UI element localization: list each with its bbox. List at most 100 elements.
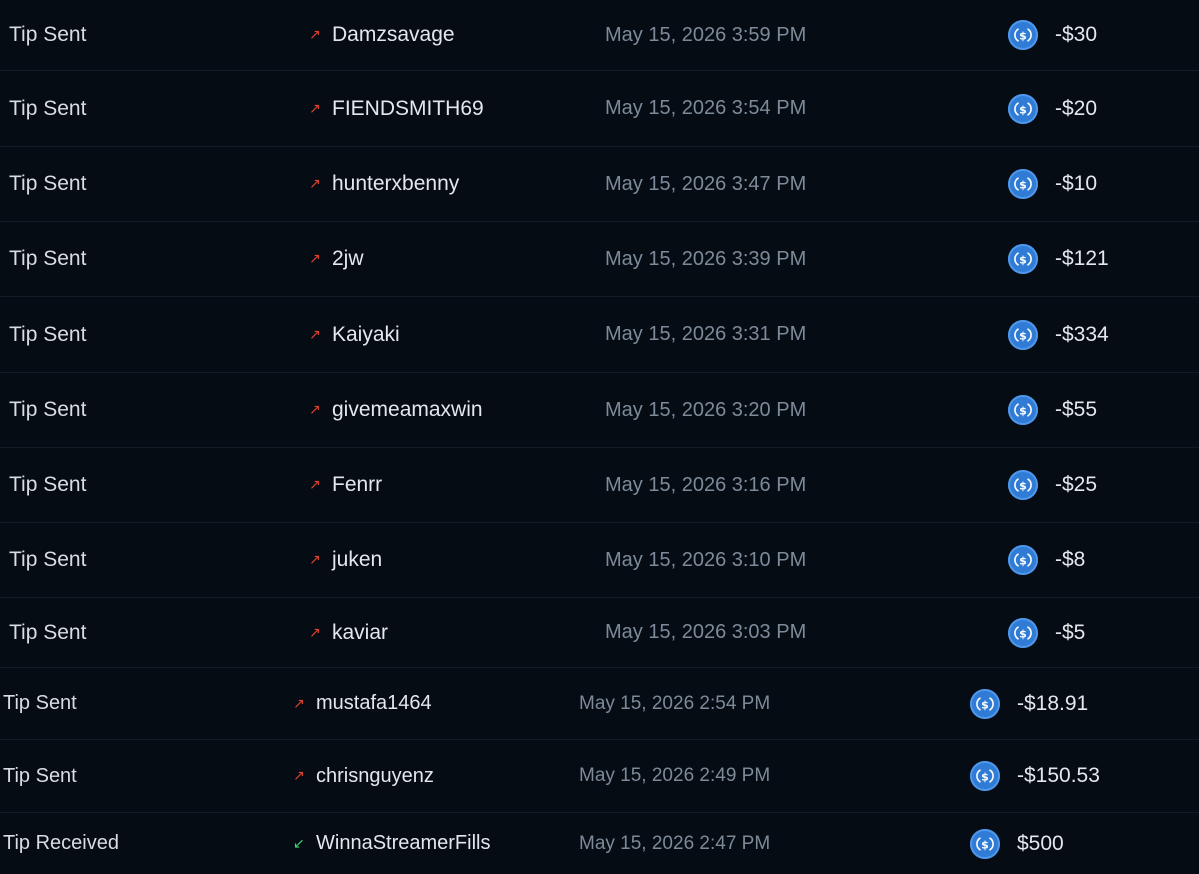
transaction-list: Tip Sent ↗ Damzsavage May 15, 2026 3:59 PM $… — [0, 0, 1199, 874]
transaction-user[interactable]: ↗ mustafa1464 — [293, 668, 432, 739]
transaction-user[interactable]: ↗ givemeamaxwin — [309, 373, 483, 447]
transaction-amount: -$18.91 — [1017, 691, 1089, 715]
transaction-amount: -$30 — [1055, 23, 1098, 46]
transaction-type: Tip Sent — [3, 692, 77, 714]
transaction-user[interactable]: ↗ Kaiyaki — [309, 297, 400, 372]
transaction-type: Tip Sent — [9, 172, 87, 195]
username[interactable]: givemeamaxwin — [332, 398, 483, 422]
username[interactable]: FIENDSMITH69 — [332, 97, 484, 121]
svg-text:$: $ — [1019, 554, 1027, 567]
username[interactable]: Damzsavage — [332, 23, 455, 47]
usdc-coin-icon: $ — [1008, 470, 1038, 500]
arrow-up-right-icon: ↗ — [309, 477, 321, 493]
transaction-amount: -$55 — [1055, 398, 1098, 421]
transaction-user[interactable]: ↗ Damzsavage — [309, 0, 455, 70]
username[interactable]: kaviar — [332, 621, 388, 645]
transaction-row[interactable]: Tip Sent ↗ mustafa1464 May 15, 2026 2:54 PM… — [0, 668, 1199, 740]
transaction-date: May 15, 2026 3:16 PM — [605, 473, 807, 496]
transaction-row[interactable]: Tip Sent ↗ hunterxbenny May 15, 2026 3:47 P… — [0, 147, 1199, 222]
arrow-up-right-icon: ↗ — [309, 552, 321, 568]
transaction-amount-cell: $ -$30 — [1008, 0, 1097, 70]
transaction-amount-cell: $ -$5 — [1008, 598, 1085, 667]
usdc-coin-icon: $ — [1008, 20, 1038, 50]
arrow-up-right-icon: ↗ — [309, 624, 321, 641]
transaction-user[interactable]: ↗ FIENDSMITH69 — [309, 71, 484, 146]
svg-text:$: $ — [981, 770, 989, 783]
transaction-amount-cell: $ -$25 — [1008, 448, 1097, 522]
transaction-user[interactable]: ↗ chrisnguyenz — [293, 740, 434, 812]
transaction-user[interactable]: ↗ 2jw — [309, 222, 364, 296]
svg-text:$: $ — [1019, 29, 1027, 42]
arrow-up-right-icon: ↗ — [309, 27, 321, 43]
transaction-row[interactable]: Tip Sent ↗ 2jw May 15, 2026 3:39 PM $ -$121 — [0, 222, 1199, 297]
transaction-row[interactable]: Tip Sent ↗ kaviar May 15, 2026 3:03 PM $ -$5 — [0, 598, 1199, 668]
arrow-up-right-icon: ↗ — [293, 695, 305, 712]
transaction-amount-cell: $ -$18.91 — [970, 668, 1088, 739]
transaction-type: Tip Sent — [9, 322, 87, 346]
transaction-amount: -$121 — [1055, 247, 1109, 270]
transaction-amount-cell: $ -$150.53 — [970, 740, 1100, 812]
transaction-date: May 15, 2026 3:31 PM — [605, 323, 807, 345]
transaction-user[interactable]: ↙ WinnaStreamerFills — [293, 813, 490, 874]
transaction-amount: -$25 — [1055, 473, 1098, 496]
svg-text:$: $ — [1019, 404, 1027, 417]
username[interactable]: 2jw — [332, 247, 364, 271]
svg-text:$: $ — [1019, 627, 1027, 640]
transaction-row[interactable]: Tip Sent ↗ juken May 15, 2026 3:10 PM $ -$8 — [0, 523, 1199, 598]
transaction-row[interactable]: Tip Sent ↗ Damzsavage May 15, 2026 3:59 PM $… — [0, 0, 1199, 71]
transaction-amount: -$20 — [1055, 96, 1098, 120]
arrow-up-right-icon: ↗ — [309, 326, 321, 343]
usdc-coin-icon: $ — [1008, 319, 1038, 350]
transaction-date: May 15, 2026 3:47 PM — [605, 172, 807, 195]
transaction-row[interactable]: Tip Sent ↗ Fenrr May 15, 2026 3:16 PM $ -$25 — [0, 448, 1199, 523]
transaction-date: May 15, 2026 2:54 PM — [579, 692, 771, 714]
usdc-coin-icon: $ — [970, 688, 1000, 719]
transaction-date: May 15, 2026 3:39 PM — [605, 247, 807, 270]
transaction-user[interactable]: ↗ Fenrr — [309, 448, 382, 522]
usdc-coin-icon: $ — [970, 828, 1000, 859]
transaction-row[interactable]: Tip Sent ↗ FIENDSMITH69 May 15, 2026 3:54 P… — [0, 71, 1199, 147]
usdc-coin-icon: $ — [1008, 244, 1038, 274]
transaction-user[interactable]: ↗ hunterxbenny — [309, 147, 459, 221]
usdc-coin-icon: $ — [970, 761, 1000, 791]
transaction-amount-cell: $ -$10 — [1008, 147, 1097, 221]
transaction-row[interactable]: Tip Sent ↗ givemeamaxwin May 15, 2026 3:20 … — [0, 373, 1199, 448]
transaction-type: Tip Sent — [9, 96, 87, 120]
transaction-amount-cell: $ -$334 — [1008, 297, 1109, 372]
username[interactable]: Fenrr — [332, 473, 382, 497]
transaction-type: Tip Sent — [9, 548, 87, 571]
transaction-amount-cell: $ $500 — [970, 813, 1064, 874]
transaction-date: May 15, 2026 3:59 PM — [605, 23, 807, 46]
svg-text:$: $ — [1019, 253, 1027, 266]
transaction-amount: -$150.53 — [1017, 764, 1100, 787]
usdc-coin-icon: $ — [1008, 617, 1038, 648]
username[interactable]: Kaiyaki — [332, 323, 400, 347]
username[interactable]: WinnaStreamerFills — [316, 832, 490, 855]
transaction-amount: $500 — [1017, 831, 1064, 855]
transaction-date: May 15, 2026 2:49 PM — [579, 765, 771, 786]
transaction-row[interactable]: Tip Sent ↗ chrisnguyenz May 15, 2026 2:49 P… — [0, 740, 1199, 813]
username[interactable]: juken — [332, 548, 382, 572]
arrow-up-right-icon: ↗ — [293, 768, 305, 784]
transaction-user[interactable]: ↗ juken — [309, 523, 382, 597]
username[interactable]: hunterxbenny — [332, 172, 459, 196]
transaction-row[interactable]: Tip Received ↙ WinnaStreamerFills May 15, 2… — [0, 813, 1199, 874]
transaction-amount-cell: $ -$121 — [1008, 222, 1109, 296]
transaction-amount-cell: $ -$20 — [1008, 71, 1097, 146]
arrow-up-right-icon: ↗ — [309, 402, 321, 418]
transaction-amount: -$10 — [1055, 172, 1098, 195]
transaction-amount-cell: $ -$55 — [1008, 373, 1097, 447]
usdc-coin-icon: $ — [1008, 93, 1038, 124]
username[interactable]: mustafa1464 — [316, 692, 432, 715]
usdc-coin-icon: $ — [1008, 395, 1038, 425]
transaction-date: May 15, 2026 3:03 PM — [605, 621, 807, 643]
usdc-coin-icon: $ — [1008, 545, 1038, 575]
transaction-user[interactable]: ↗ kaviar — [309, 598, 388, 667]
transaction-amount: -$5 — [1055, 620, 1086, 644]
svg-text:$: $ — [1019, 479, 1027, 492]
transaction-amount: -$8 — [1055, 548, 1086, 571]
svg-text:$: $ — [1019, 103, 1027, 116]
transaction-row[interactable]: Tip Sent ↗ Kaiyaki May 15, 2026 3:31 PM $ -$3… — [0, 297, 1199, 373]
arrow-up-right-icon: ↗ — [309, 100, 321, 117]
username[interactable]: chrisnguyenz — [316, 765, 434, 788]
